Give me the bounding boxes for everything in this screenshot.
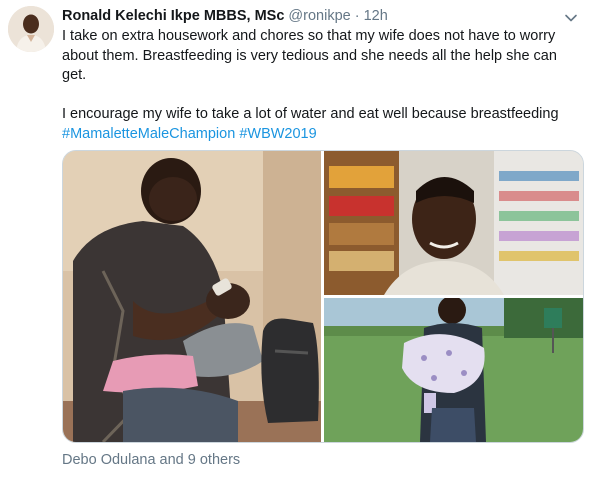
tweet-line: I encourage my wife to take a lot of wat…: [62, 106, 559, 122]
separator: ·: [354, 8, 360, 24]
tweet-line: get.: [62, 67, 87, 83]
author-handle[interactable]: @ronikpe: [288, 8, 350, 24]
media-grid: [62, 150, 584, 443]
liked-by-text[interactable]: Debo Odulana and 9 others: [62, 452, 240, 468]
avatar-image: [8, 6, 54, 52]
tweet-text: I take on extra housework and chores so …: [62, 27, 582, 144]
hashtag-link[interactable]: #WBW2019: [239, 126, 316, 142]
photo-holding-baby-outdoors[interactable]: [324, 298, 583, 442]
avatar[interactable]: [8, 6, 54, 52]
author-name[interactable]: Ronald Kelechi Ikpe MBBS, MSc: [62, 8, 284, 24]
hashtag-line: #MamaletteMaleChampion #WBW2019: [62, 125, 582, 145]
photo-selfie-store[interactable]: [324, 151, 583, 295]
tweet-line: about them. Breastfeeding is very tediou…: [62, 47, 557, 64]
photo-father-feeding-baby[interactable]: [63, 151, 321, 442]
tweet-line: I take on extra housework and chores so …: [62, 28, 556, 44]
chevron-down-icon[interactable]: [563, 10, 579, 26]
hashtag-link[interactable]: #MamaletteMaleChampion: [62, 126, 235, 142]
tweet-header: Ronald Kelechi Ikpe MBBS, MSc @ronikpe ·…: [62, 6, 583, 26]
tweet-time[interactable]: 12h: [364, 8, 388, 24]
